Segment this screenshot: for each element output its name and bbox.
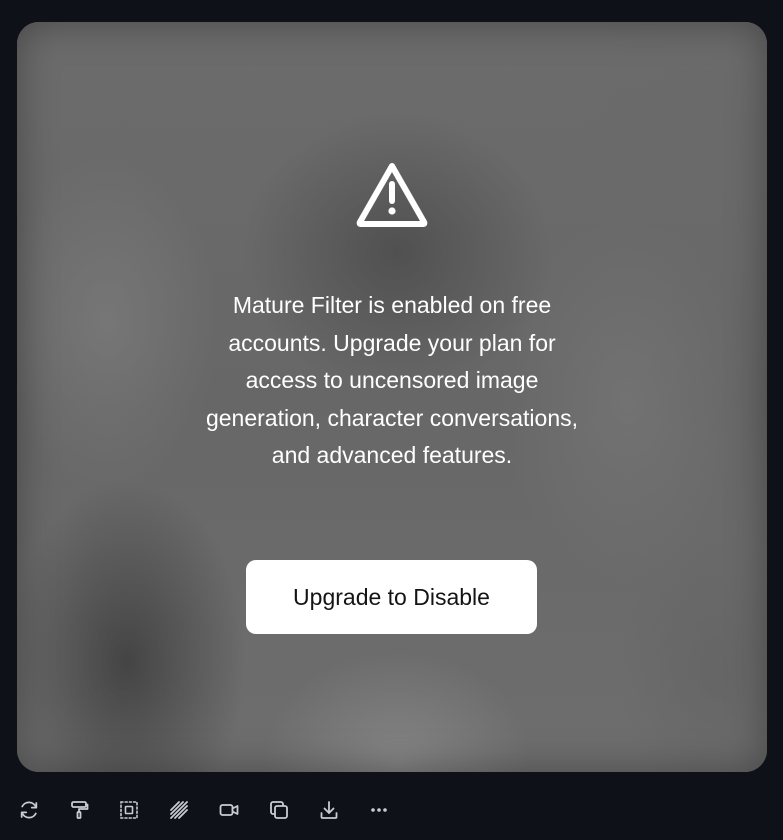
warning-triangle-icon — [356, 163, 428, 227]
mature-filter-message: Mature Filter is enabled on free account… — [205, 292, 579, 468]
video-camera-icon — [219, 804, 239, 816]
copy-button[interactable] — [267, 798, 291, 822]
image-action-toolbar — [0, 790, 783, 830]
download-button[interactable] — [317, 798, 341, 822]
select-frame-button[interactable] — [117, 798, 141, 822]
paint-button[interactable] — [67, 798, 91, 822]
select-frame-icon — [120, 801, 138, 819]
more-options-button[interactable] — [367, 798, 391, 822]
copy-icon — [270, 801, 288, 819]
paint-roller-icon — [71, 801, 89, 819]
blurred-image-card: Mature Filter is enabled on free account… — [17, 22, 767, 772]
more-options-icon — [371, 808, 387, 812]
pattern-button[interactable] — [167, 798, 191, 822]
video-button[interactable] — [217, 798, 241, 822]
download-icon — [320, 801, 338, 819]
refresh-button[interactable] — [17, 798, 41, 822]
hatch-pattern-icon — [170, 801, 188, 819]
refresh-icon — [20, 801, 38, 819]
upgrade-to-disable-button[interactable]: Upgrade to Disable — [246, 560, 537, 634]
